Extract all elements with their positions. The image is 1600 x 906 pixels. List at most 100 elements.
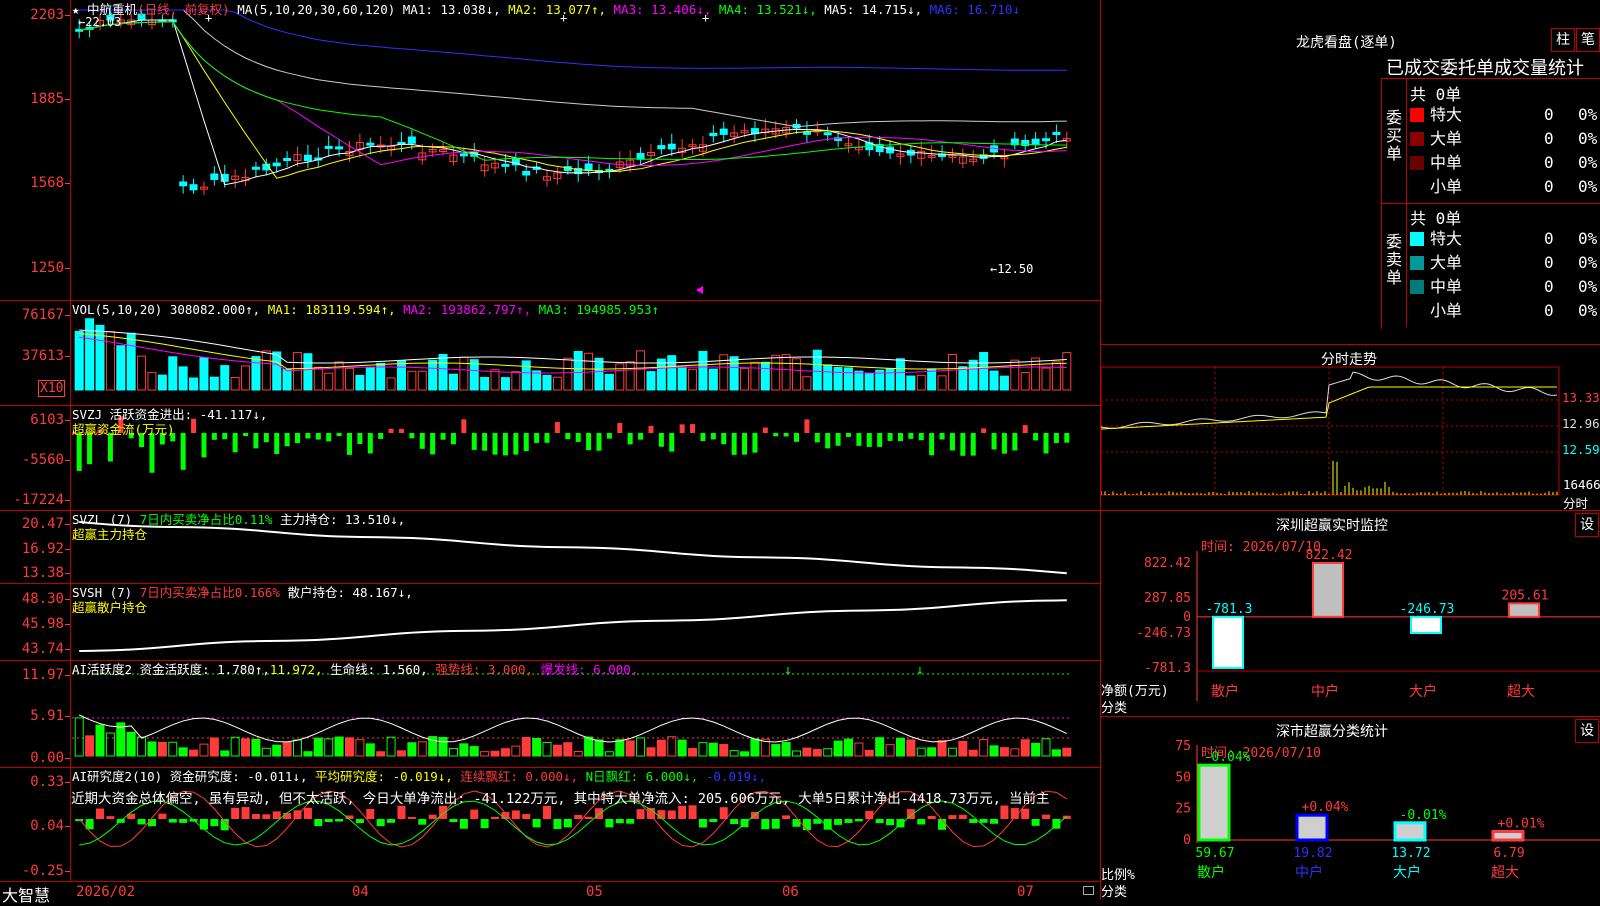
ai2-bar bbox=[511, 810, 520, 819]
vol-title: VOL(5,10,20) bbox=[72, 302, 163, 317]
color-swatch bbox=[1410, 256, 1424, 270]
svzj-bar bbox=[949, 433, 955, 451]
svzl-title: SVZL (7) bbox=[72, 512, 133, 527]
vol-value: 308082.000↑, bbox=[169, 302, 261, 317]
vol-bar bbox=[126, 332, 136, 391]
monitor-panel[interactable]: 深圳超赢实时监控 设 时间: 2026/07/10 822.42 287.85 0-… bbox=[1100, 510, 1600, 717]
monitor-bar bbox=[1508, 602, 1540, 618]
ma1-value: MA1: 13.038↓, bbox=[402, 2, 501, 17]
svsh-panel[interactable]: 48.30 45.98 43.74 SVSH (7) 7日内买卖净占比0.166… bbox=[0, 583, 1100, 661]
intraday-panel[interactable]: 分时走势 13.33 12.96 12.59 16466 分时 bbox=[1100, 345, 1600, 511]
vol-bar bbox=[1031, 357, 1041, 391]
ai1-bar bbox=[147, 741, 157, 757]
volume-panel[interactable]: 76167 37613 X10 VOL(5,10,20) 308082.000↑… bbox=[0, 300, 1100, 406]
ai2-bar bbox=[553, 819, 562, 830]
ai1-bar bbox=[1010, 748, 1020, 757]
svzj-bar bbox=[825, 433, 831, 449]
svzj-bar bbox=[700, 433, 706, 442]
vol-bar bbox=[313, 366, 323, 391]
kline-candle bbox=[272, 162, 281, 167]
ai1-bar bbox=[355, 739, 365, 757]
vol-bar bbox=[500, 377, 510, 391]
ai2-value3: 连续飘红: 0.000↓, bbox=[460, 769, 579, 784]
kline-chart[interactable]: + + + bbox=[0, 0, 1100, 300]
ai-research-chart[interactable] bbox=[0, 767, 1100, 881]
vol-bar bbox=[293, 352, 303, 391]
ai1-bar bbox=[480, 751, 490, 757]
vol-bar bbox=[729, 356, 739, 391]
ai1-value2: 11.972, bbox=[269, 662, 323, 677]
ai1-bar bbox=[854, 742, 864, 757]
classify-delta-label: +0.01% bbox=[1498, 816, 1545, 831]
svzj-bar bbox=[596, 433, 602, 451]
vol-bar bbox=[937, 375, 947, 391]
vol-bar bbox=[1020, 372, 1030, 391]
ai2-bar bbox=[283, 813, 292, 819]
ai-research-panel[interactable]: 0.33 0.04 -0.25 AI研究度2(10) 资金研究度: -0.011… bbox=[0, 767, 1100, 881]
kline-candle bbox=[189, 184, 198, 191]
ai1-bar bbox=[500, 748, 510, 757]
svzj-bar bbox=[502, 433, 508, 456]
svzj-bar bbox=[430, 433, 436, 455]
vol-bar bbox=[251, 356, 261, 391]
ai1-bar bbox=[968, 749, 978, 757]
ai1-header: AI活跃度2 资金活跃度: 1.780↑,11.972, 生命线: 1.560,… bbox=[72, 662, 638, 677]
intraday-price: 12.59 bbox=[1562, 442, 1600, 457]
vol-bar bbox=[688, 368, 698, 391]
svzj-bar bbox=[295, 433, 301, 444]
ai1-bar bbox=[750, 738, 760, 757]
intraday-chart[interactable] bbox=[1101, 345, 1600, 510]
order-row: 特大 0 0% bbox=[1410, 227, 1600, 251]
ai1-bar bbox=[729, 750, 739, 757]
kline-candle bbox=[459, 153, 468, 157]
svzj-bar bbox=[149, 433, 155, 473]
ai2-bar bbox=[698, 819, 707, 828]
vol-bar bbox=[230, 377, 240, 391]
bar-mode-button[interactable]: 柱 bbox=[1551, 28, 1575, 52]
vol-bar bbox=[625, 361, 635, 391]
ai1-bar bbox=[282, 741, 292, 757]
color-swatch bbox=[1410, 280, 1424, 294]
ai1-bar bbox=[667, 736, 677, 757]
vol-bar bbox=[344, 367, 354, 391]
vol-bar bbox=[407, 370, 417, 391]
monitor-value-label: -246.73 bbox=[1400, 602, 1455, 617]
vol-bar bbox=[999, 375, 1009, 391]
classify-value-label: 13.72 bbox=[1391, 846, 1430, 861]
ai2-bar bbox=[584, 816, 593, 819]
ai1-bar bbox=[116, 722, 126, 757]
order-count: 0 bbox=[1544, 129, 1554, 148]
ai1-bar bbox=[511, 745, 521, 757]
vol-bar bbox=[105, 331, 115, 391]
monitor-ytick: -246.73 bbox=[1136, 626, 1191, 641]
svzj-bar bbox=[398, 429, 404, 433]
vol-bar bbox=[448, 373, 458, 391]
svzl-panel[interactable]: 20.47 16.92 13.38 SVZL (7) 7日内买卖净占比0.11%… bbox=[0, 510, 1100, 584]
kline-candle bbox=[179, 181, 188, 187]
ai2-bar bbox=[854, 819, 863, 822]
ai1-bar bbox=[168, 741, 178, 757]
sell-label-cell: 委卖单 bbox=[1382, 203, 1407, 327]
svzj-value: 活跃资金进出: -41.117↓, bbox=[109, 407, 268, 422]
ai2-bar bbox=[917, 819, 926, 825]
ai2-bar bbox=[470, 809, 479, 819]
tick-mode-button[interactable]: 笔 bbox=[1576, 28, 1600, 52]
ai2-bar bbox=[1031, 819, 1040, 826]
kline-panel[interactable]: 2203 1885 1568 1250 + + + ★ 中航重机(日线, 前复权) … bbox=[0, 0, 1100, 301]
ai-activity-panel[interactable]: 11.97 5.91 0.00 ↓ ↓ AI活跃度2 资金活跃度: 1.780↑,… bbox=[0, 660, 1100, 768]
svzj-bar bbox=[1053, 433, 1059, 444]
svzj-header: SVZJ 活跃资金进出: -41.117↓, bbox=[72, 407, 267, 422]
classify-panel[interactable]: 深市超赢分类统计 设 时间: 2026/07/10 75 50 25 0 -0.04% 5… bbox=[1100, 717, 1600, 900]
svzj-bar bbox=[243, 433, 249, 437]
svzj-bar bbox=[1043, 433, 1049, 454]
vol-bar bbox=[812, 349, 822, 391]
vol-bar bbox=[85, 318, 95, 391]
vol-bar bbox=[521, 360, 531, 391]
svzj-bar bbox=[336, 433, 342, 437]
svzj-panel[interactable]: 6103 -5560 -17224 SVZJ 活跃资金进出: -41.117↓,… bbox=[0, 405, 1100, 511]
vol-bar bbox=[282, 369, 292, 391]
ai1-bar bbox=[521, 736, 531, 757]
lock-icon[interactable] bbox=[1083, 886, 1094, 895]
vol-bar bbox=[833, 366, 843, 391]
ai2-bar bbox=[335, 819, 344, 822]
